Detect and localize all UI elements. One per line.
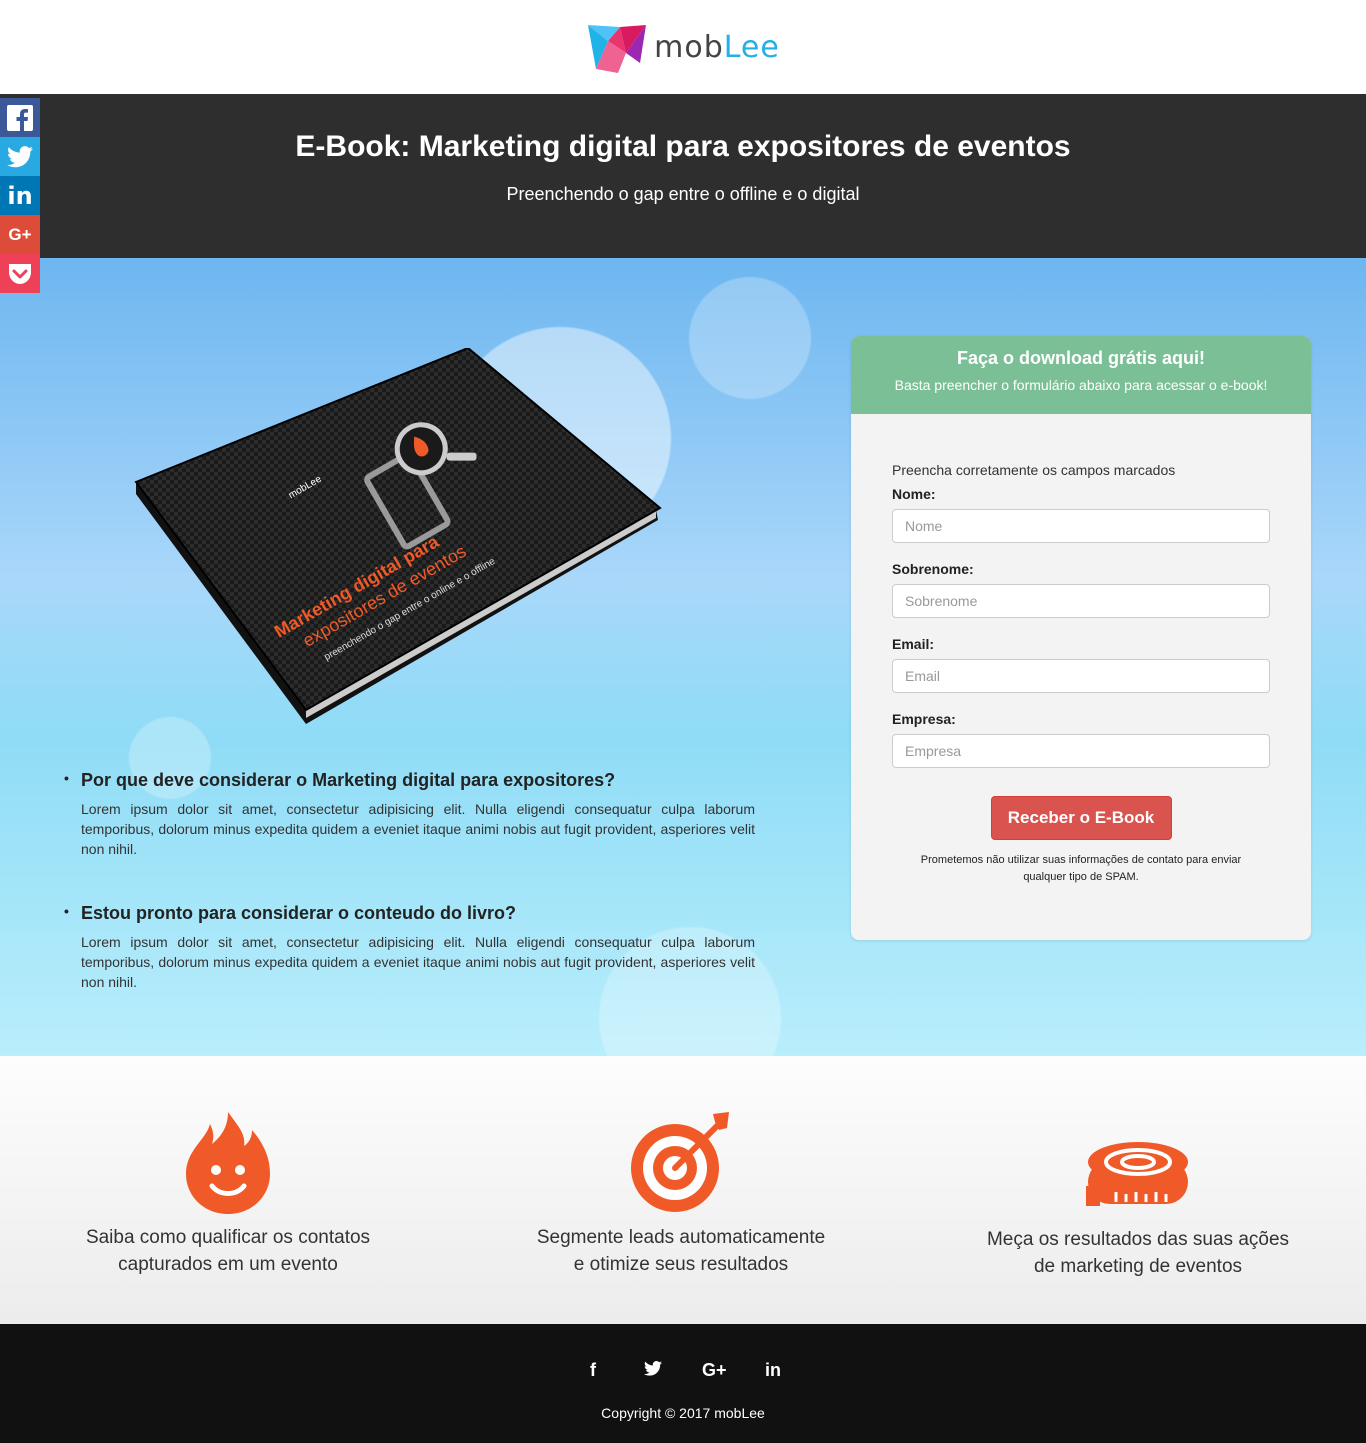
ebook-cover-image: mobLee Marketing digital para expositore… — [130, 346, 670, 728]
email-label: Email: — [892, 636, 935, 652]
reason-text: Lorem ipsum dolor sit amet, consectetur … — [81, 934, 755, 990]
form-heading: Faça o download grátis aqui! — [956, 348, 1206, 368]
empresa-label: Empresa: — [892, 711, 956, 727]
receive-ebook-button[interactable]: Receber o E-Book — [990, 796, 1172, 840]
sobrenome-label: Sobrenome: — [892, 561, 974, 577]
list-item: Por que deve considerar o Marketing digi… — [60, 770, 760, 859]
feature-text-line2: de marketing de eventos — [1033, 1256, 1243, 1277]
logo-text-mob: mob — [654, 29, 724, 65]
logo[interactable]: mobLee — [586, 19, 780, 75]
hero-section: mobLee Marketing digital para expositore… — [0, 258, 1366, 1056]
feature-text-line2: capturados em um evento — [118, 1254, 338, 1275]
download-form-card: Faça o download grátis aqui! Basta preen… — [851, 336, 1311, 940]
facebook-icon — [7, 104, 33, 131]
twitter-icon — [644, 1361, 662, 1376]
linkedin-icon: in — [7, 181, 33, 210]
feature-text: Saiba como qualificar os contatos captura… — [68, 1224, 388, 1278]
feature-segment: Segmente leads automaticamente e otimize … — [521, 1104, 841, 1278]
share-linkedin-button[interactable]: in — [0, 176, 40, 215]
form-note: Preencha corretamente os campos marcados — [892, 462, 1176, 478]
target-icon — [631, 1112, 729, 1212]
footer-twitter-icon[interactable] — [642, 1360, 664, 1381]
feature-text: Meça os resultados das suas ações de mark… — [978, 1226, 1298, 1280]
footer-social-links: f G+ in — [0, 1360, 1366, 1381]
footer-googleplus-icon[interactable]: G+ — [702, 1360, 727, 1381]
nome-input[interactable] — [892, 509, 1270, 543]
nome-label: Nome: — [892, 486, 936, 502]
reasons-list: Por que deve considerar o Marketing digi… — [60, 770, 760, 1036]
footer-facebook-icon[interactable]: f — [582, 1360, 604, 1381]
feature-text-line1: Segmente leads automaticamente — [536, 1227, 826, 1248]
top-bar: mobLee — [0, 0, 1366, 94]
pocket-icon — [9, 263, 31, 284]
logo-text: mobLee — [654, 30, 780, 65]
share-twitter-button[interactable] — [0, 137, 40, 176]
share-googleplus-button[interactable]: G+ — [0, 215, 40, 254]
copyright: Copyright © 2017 mobLee — [601, 1405, 765, 1421]
reason-title: Estou pronto para considerar o conteudo … — [64, 903, 760, 924]
reason-title: Por que deve considerar o Marketing digi… — [64, 770, 760, 791]
title-band: E-Book: Marketing digital para expositor… — [0, 94, 1366, 258]
spam-note: Prometemos não utilizar suas informações… — [920, 854, 1242, 883]
submit-wrap: Receber o E-Book — [892, 796, 1270, 840]
feature-measure: Meça os resultados das suas ações de mark… — [978, 1104, 1298, 1280]
feature-text-line1: Saiba como qualificar os contatos — [85, 1227, 371, 1248]
feature-text-line2: e otimize seus resultados — [573, 1254, 789, 1275]
sobrenome-input[interactable] — [892, 584, 1270, 618]
reason-text: Lorem ipsum dolor sit amet, consectetur … — [81, 801, 755, 857]
share-facebook-button[interactable] — [0, 98, 40, 137]
logo-mark-icon — [588, 25, 647, 73]
feature-text: Segmente leads automaticamente e otimize … — [521, 1224, 841, 1278]
twitter-icon — [7, 145, 33, 167]
feature-text-line1: Meça os resultados das suas ações — [986, 1229, 1290, 1250]
share-pocket-button[interactable] — [0, 254, 40, 293]
empresa-input[interactable] — [892, 734, 1270, 768]
footer: f G+ in Copyright © 2017 mobLee — [0, 1324, 1366, 1443]
email-input[interactable] — [892, 659, 1270, 693]
features-section: Saiba como qualificar os contatos captura… — [0, 1056, 1366, 1324]
list-item: Estou pronto para considerar o conteudo … — [60, 903, 760, 992]
flame-icon — [186, 1112, 270, 1214]
logo-text-lee: Lee — [723, 29, 780, 65]
page-title: E-Book: Marketing digital para expositor… — [295, 130, 1071, 163]
footer-linkedin-icon[interactable]: in — [762, 1360, 784, 1381]
feature-qualify: Saiba como qualificar os contatos captura… — [68, 1104, 388, 1278]
form-subheading: Basta preencher o formulário abaixo para… — [894, 377, 1268, 393]
ebook-illustration: mobLee Marketing digital para expositore… — [134, 346, 662, 724]
tape-measure-icon — [1086, 1142, 1188, 1206]
googleplus-icon: G+ — [8, 224, 32, 244]
share-bar: in G+ — [0, 98, 40, 293]
form-header: Faça o download grátis aqui! Basta preen… — [851, 336, 1311, 414]
form-body: Preencha corretamente os campos marcados… — [851, 414, 1311, 886]
page-subtitle: Preenchendo o gap entre o offline e o di… — [506, 184, 860, 204]
